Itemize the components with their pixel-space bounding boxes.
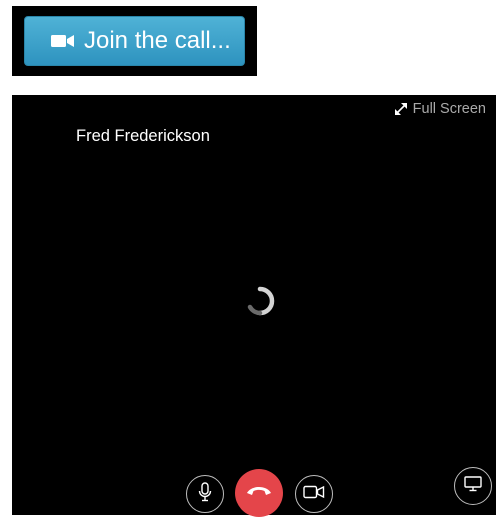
screen-share-icon [464,475,482,497]
join-call-container: Join the call... [12,6,257,76]
full-screen-button[interactable]: Full Screen [394,101,486,117]
hang-up-button[interactable] [235,469,283,517]
toggle-camera-button[interactable] [295,475,333,513]
participant-name: Fred Frederickson [76,127,210,145]
screen-share-button[interactable] [454,467,492,505]
video-call-panel: Full Screen Fred Frederickson [12,95,496,517]
hang-up-phone-icon [245,484,273,503]
expand-arrows-icon [394,102,408,116]
mute-microphone-button[interactable] [186,475,224,513]
microphone-icon [197,481,213,507]
video-camera-icon [51,34,75,48]
join-call-button[interactable]: Join the call... [24,16,245,66]
full-screen-label: Full Screen [412,101,486,117]
loading-spinner-icon [242,283,278,319]
join-call-label: Join the call... [84,27,231,54]
camera-icon [303,485,325,504]
